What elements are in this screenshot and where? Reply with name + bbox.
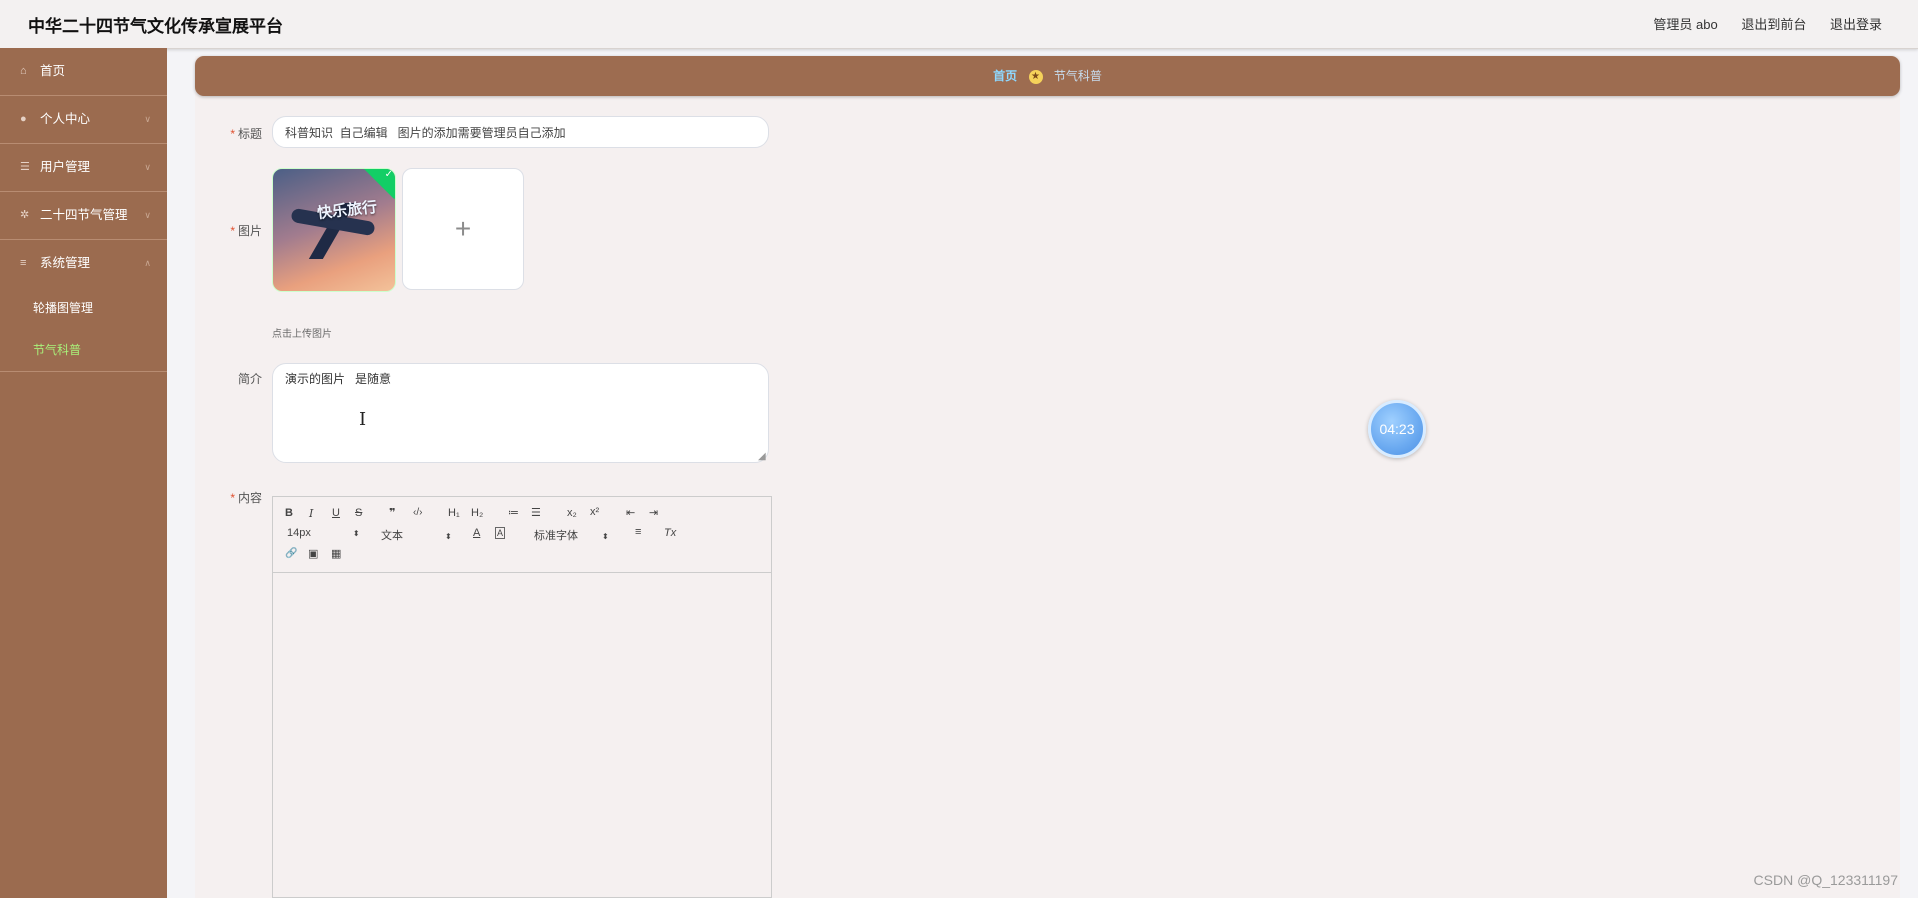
indent-button[interactable]: ⇥ bbox=[649, 506, 658, 519]
image-label: * 图片 bbox=[192, 222, 262, 239]
sliders-icon: ☰ bbox=[20, 161, 30, 173]
required-mark: * bbox=[230, 127, 235, 141]
clear-format-button[interactable]: Tx bbox=[664, 527, 676, 539]
chevron-down-icon: ∨ bbox=[144, 114, 151, 124]
font-size-select[interactable]: 14px ⬍ bbox=[287, 527, 360, 539]
logout-link[interactable]: 退出登录 bbox=[1830, 17, 1882, 32]
sidebar-item-solar-terms-management[interactable]: ✲ 二十四节气管理 ∨ bbox=[0, 192, 167, 240]
intro-label: 简介 bbox=[192, 370, 262, 387]
content-label: * 内容 bbox=[192, 489, 262, 506]
cog-icon: ✲ bbox=[20, 209, 30, 221]
uploaded-image-thumbnail[interactable]: 快乐旅行 ✓ bbox=[272, 168, 396, 292]
outdent-button[interactable]: ⇤ bbox=[626, 506, 635, 519]
sidebar-item-label: 首页 bbox=[40, 64, 66, 78]
editor-toolbar: B I U S ❞ ‹/› H₁ H₂ ≔ ☰ x₂ x² ⇤ ⇥ 14px ⬍ … bbox=[273, 497, 771, 573]
top-links: 管理员 abo 退出到前台 退出登录 bbox=[1633, 14, 1882, 33]
sidebar-item-system-management[interactable]: ≡ 系统管理 ∧ bbox=[0, 240, 167, 287]
resize-grip-icon[interactable]: ◢ bbox=[758, 451, 766, 462]
video-button[interactable]: ▦ bbox=[331, 547, 341, 560]
breadcrumb: 首页 ★ 节气科普 bbox=[195, 56, 1900, 96]
bullet-list-button[interactable]: ☰ bbox=[531, 506, 541, 519]
font-color-button[interactable]: A bbox=[473, 527, 480, 539]
admin-label: 管理员 abo bbox=[1653, 17, 1718, 32]
chevron-up-icon: ∧ bbox=[144, 258, 151, 268]
blockquote-button[interactable]: ❞ bbox=[389, 506, 395, 519]
sidebar-item-user-management[interactable]: ☰ 用户管理 ∨ bbox=[0, 144, 167, 192]
menu-icon: ≡ bbox=[20, 257, 27, 269]
content-label-text: 内容 bbox=[237, 491, 262, 505]
ordered-list-button[interactable]: ≔ bbox=[508, 506, 519, 519]
required-mark: * bbox=[230, 224, 235, 238]
editor-content-area[interactable] bbox=[273, 573, 771, 897]
font-size-value: 14px bbox=[287, 527, 311, 539]
underline-button[interactable]: U bbox=[332, 507, 340, 519]
font-family-value: 标准字体 bbox=[534, 530, 578, 542]
star-icon: ★ bbox=[1028, 69, 1043, 84]
title-label: * 标题 bbox=[192, 125, 262, 142]
heading2-button[interactable]: H₂ bbox=[471, 507, 483, 519]
font-family-select[interactable]: 标准字体 ⬍ bbox=[534, 527, 609, 543]
top-header: 中华二十四节气文化传承宣展平台 管理员 abo 退出到前台 退出登录 bbox=[0, 0, 1918, 49]
required-mark: * bbox=[230, 491, 235, 505]
sidebar: ⌂ 首页 ● 个人中心 ∨ ☰ 用户管理 ∨ ✲ 二十四节气管理 ∨ ≡ 系统管… bbox=[0, 48, 167, 898]
plus-icon: + bbox=[454, 213, 472, 244]
code-block-button[interactable]: ‹/› bbox=[413, 507, 422, 518]
italic-button[interactable]: I bbox=[309, 507, 313, 520]
rich-text-editor: B I U S ❞ ‹/› H₁ H₂ ≔ ☰ x₂ x² ⇤ ⇥ 14px ⬍ … bbox=[272, 496, 772, 898]
floating-timer[interactable]: 04:23 bbox=[1368, 400, 1426, 458]
upload-tip: 点击上传图片 bbox=[272, 329, 332, 340]
back-to-front-link[interactable]: 退出到前台 bbox=[1741, 17, 1806, 32]
breadcrumb-home[interactable]: 首页 bbox=[993, 69, 1017, 83]
sidebar-item-personal-center[interactable]: ● 个人中心 ∨ bbox=[0, 96, 167, 144]
check-icon: ✓ bbox=[384, 169, 393, 180]
title-input[interactable] bbox=[272, 116, 769, 148]
format-select[interactable]: 文本 ⬍ bbox=[381, 527, 452, 543]
strikethrough-button[interactable]: S bbox=[355, 507, 362, 519]
thumbnail-caption: 快乐旅行 bbox=[316, 197, 378, 223]
image-button[interactable]: ▣ bbox=[308, 547, 318, 560]
sidebar-item-label: 个人中心 bbox=[40, 112, 91, 126]
home-icon: ⌂ bbox=[20, 65, 27, 77]
bold-button[interactable]: B bbox=[285, 507, 293, 519]
sidebar-item-label: 系统管理 bbox=[40, 256, 91, 270]
text-cursor-icon: I bbox=[359, 409, 367, 430]
select-arrow-icon: ⬍ bbox=[602, 532, 609, 541]
sidebar-item-label: 二十四节气管理 bbox=[40, 208, 128, 222]
select-arrow-icon: ⬍ bbox=[352, 529, 360, 538]
sidebar-item-home[interactable]: ⌂ 首页 bbox=[0, 48, 167, 96]
title-label-text: 标题 bbox=[237, 127, 262, 141]
image-upload-button[interactable]: + bbox=[402, 168, 524, 290]
background-color-button[interactable]: A bbox=[495, 527, 506, 539]
sidebar-item-label: 用户管理 bbox=[40, 160, 91, 174]
chevron-down-icon: ∨ bbox=[144, 162, 151, 172]
app-title: 中华二十四节气文化传承宣展平台 bbox=[28, 17, 283, 36]
sidebar-subitem-solar-terms-science[interactable]: 节气科普 bbox=[0, 329, 167, 372]
select-arrow-icon: ⬍ bbox=[445, 532, 452, 541]
superscript-button[interactable]: x² bbox=[590, 506, 599, 518]
link-button[interactable]: 🔗 bbox=[285, 548, 297, 559]
format-value: 文本 bbox=[381, 530, 403, 542]
chevron-down-icon: ∨ bbox=[144, 210, 151, 220]
watermark: CSDN @Q_123311197 bbox=[1753, 872, 1898, 888]
user-icon: ● bbox=[20, 113, 27, 125]
subscript-button[interactable]: x₂ bbox=[567, 507, 577, 519]
sidebar-subitem-carousel-management[interactable]: 轮播图管理 bbox=[0, 287, 167, 329]
intro-textarea[interactable]: 演示的图片 是随意 bbox=[272, 363, 769, 463]
align-button[interactable]: ≡ bbox=[635, 526, 641, 538]
breadcrumb-current: 节气科普 bbox=[1053, 69, 1102, 83]
image-label-text: 图片 bbox=[237, 224, 262, 238]
heading1-button[interactable]: H₁ bbox=[448, 507, 460, 519]
intro-label-text: 简介 bbox=[237, 372, 262, 386]
